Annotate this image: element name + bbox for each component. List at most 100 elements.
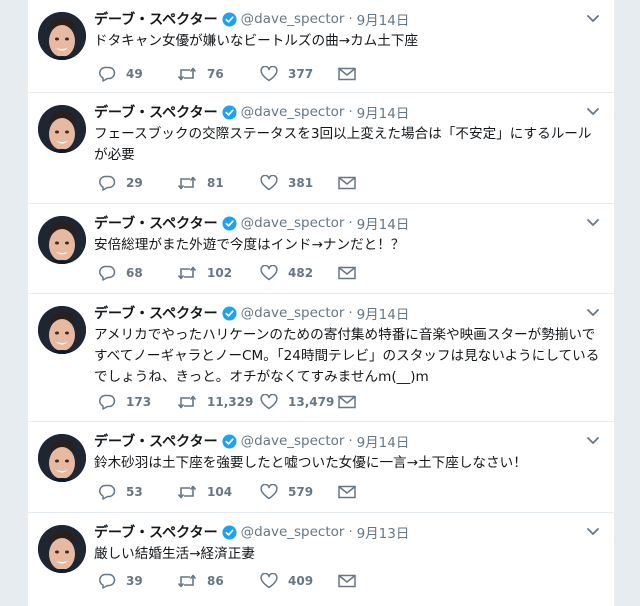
retweet-button[interactable]: 102 bbox=[177, 265, 260, 281]
tweet-date[interactable]: 9月14日 bbox=[357, 102, 410, 122]
separator-dot: · bbox=[348, 305, 353, 321]
retweet-button[interactable]: 86 bbox=[177, 573, 260, 589]
reply-button[interactable]: 53 bbox=[98, 484, 177, 500]
chevron-down-icon[interactable] bbox=[586, 105, 600, 119]
author-handle[interactable]: @dave_spector bbox=[241, 305, 345, 321]
avatar[interactable] bbox=[38, 216, 86, 264]
direct-message-button[interactable] bbox=[338, 395, 356, 409]
separator-dot: · bbox=[348, 524, 353, 540]
author-name[interactable]: デーブ・スペクター bbox=[94, 522, 218, 542]
tweet-text: 厳しい結婚生活→経済正妻 bbox=[94, 546, 255, 562]
reply-button[interactable]: 29 bbox=[98, 175, 177, 191]
reply-count: 49 bbox=[126, 67, 143, 81]
retweet-button[interactable]: 11,329 bbox=[177, 394, 260, 410]
chevron-down-icon[interactable] bbox=[586, 525, 600, 539]
direct-message-button[interactable] bbox=[338, 266, 356, 280]
tweet-actions: 39 86 409 bbox=[98, 571, 356, 591]
chevron-down-icon[interactable] bbox=[586, 12, 600, 26]
tweet-header: デーブ・スペクター @dave_spector · 9月13日 bbox=[94, 521, 409, 543]
verified-badge-icon bbox=[222, 433, 237, 449]
heart-icon bbox=[260, 394, 278, 410]
chevron-down-icon[interactable] bbox=[586, 434, 600, 448]
direct-message-button[interactable] bbox=[338, 67, 356, 81]
avatar[interactable] bbox=[38, 306, 86, 354]
tweet[interactable]: デーブ・スペクター @dave_spector · 9月14日 ドタキャン女優が… bbox=[28, 0, 614, 93]
tweet[interactable]: デーブ・スペクター @dave_spector · 9月14日 フェースブックの… bbox=[28, 93, 614, 204]
tweet[interactable]: デーブ・スペクター @dave_spector · 9月14日 安倍総理がまた外… bbox=[28, 204, 614, 294]
verified-badge-icon bbox=[222, 11, 237, 27]
retweet-button[interactable]: 104 bbox=[177, 484, 260, 500]
author-handle[interactable]: @dave_spector bbox=[241, 524, 345, 540]
heart-icon bbox=[260, 484, 278, 500]
like-count: 409 bbox=[288, 574, 314, 588]
like-button[interactable]: 13,479 bbox=[260, 394, 338, 410]
author-name[interactable]: デーブ・スペクター bbox=[94, 9, 218, 29]
avatar[interactable] bbox=[38, 434, 86, 482]
reply-button[interactable]: 68 bbox=[98, 265, 177, 281]
reply-button[interactable]: 39 bbox=[98, 573, 177, 589]
retweet-icon bbox=[177, 265, 197, 281]
verified-badge-icon bbox=[222, 524, 237, 540]
heart-icon bbox=[260, 573, 278, 589]
author-name[interactable]: デーブ・スペクター bbox=[94, 303, 218, 323]
author-handle[interactable]: @dave_spector bbox=[241, 104, 345, 120]
heart-icon bbox=[260, 66, 278, 82]
direct-message-button[interactable] bbox=[338, 574, 356, 588]
tweet-date[interactable]: 9月13日 bbox=[357, 522, 410, 542]
like-button[interactable]: 579 bbox=[260, 484, 338, 500]
avatar[interactable] bbox=[38, 105, 86, 153]
reply-button[interactable]: 49 bbox=[98, 66, 177, 82]
tweet-actions: 68 102 482 bbox=[98, 263, 356, 283]
retweet-count: 76 bbox=[207, 67, 224, 81]
reply-count: 173 bbox=[126, 395, 152, 409]
like-button[interactable]: 377 bbox=[260, 66, 338, 82]
tweet-header: デーブ・スペクター @dave_spector · 9月14日 bbox=[94, 101, 409, 123]
like-button[interactable]: 409 bbox=[260, 573, 338, 589]
author-handle[interactable]: @dave_spector bbox=[241, 11, 345, 27]
envelope-icon bbox=[338, 485, 356, 499]
tweet[interactable]: デーブ・スペクター @dave_spector · 9月13日 厳しい結婚生活→… bbox=[28, 513, 614, 606]
chevron-down-icon[interactable] bbox=[586, 306, 600, 320]
tweet-date[interactable]: 9月14日 bbox=[357, 303, 410, 323]
direct-message-button[interactable] bbox=[338, 176, 356, 190]
reply-icon bbox=[98, 573, 116, 589]
author-handle[interactable]: @dave_spector bbox=[241, 215, 345, 231]
like-count: 13,479 bbox=[288, 395, 335, 409]
verified-badge-icon bbox=[222, 305, 237, 321]
tweet[interactable]: デーブ・スペクター @dave_spector · 9月14日 アメリカでやった… bbox=[28, 294, 614, 422]
reply-count: 29 bbox=[126, 176, 143, 190]
envelope-icon bbox=[338, 266, 356, 280]
chevron-down-icon[interactable] bbox=[586, 216, 600, 230]
tweet-date[interactable]: 9月14日 bbox=[357, 431, 410, 451]
tweet-header: デーブ・スペクター @dave_spector · 9月14日 bbox=[94, 8, 409, 30]
reply-count: 68 bbox=[126, 266, 143, 280]
tweet-header: デーブ・スペクター @dave_spector · 9月14日 bbox=[94, 212, 409, 234]
tweet-text: 安倍総理がまた外遊で今度はインド→ナンだと！？ bbox=[94, 237, 405, 253]
author-name[interactable]: デーブ・スペクター bbox=[94, 431, 218, 451]
reply-button[interactable]: 173 bbox=[98, 394, 177, 410]
avatar[interactable] bbox=[38, 525, 86, 573]
heart-icon bbox=[260, 265, 278, 281]
like-button[interactable]: 482 bbox=[260, 265, 338, 281]
avatar[interactable] bbox=[38, 12, 86, 60]
author-name[interactable]: デーブ・スペクター bbox=[94, 213, 218, 233]
like-count: 381 bbox=[288, 176, 314, 190]
tweet-date[interactable]: 9月14日 bbox=[357, 9, 410, 29]
tweet-text: 鈴木砂羽は土下座を強要したと嘘ついた女優に一言→土下座しなさい！ bbox=[94, 455, 527, 471]
direct-message-button[interactable] bbox=[338, 485, 356, 499]
verified-badge-icon bbox=[222, 215, 237, 231]
author-name[interactable]: デーブ・スペクター bbox=[94, 102, 218, 122]
tweet[interactable]: デーブ・スペクター @dave_spector · 9月14日 鈴木砂羽は土下座… bbox=[28, 422, 614, 513]
retweet-icon bbox=[177, 394, 197, 410]
retweet-button[interactable]: 76 bbox=[177, 66, 260, 82]
separator-dot: · bbox=[348, 215, 353, 231]
envelope-icon bbox=[338, 395, 356, 409]
separator-dot: · bbox=[348, 433, 353, 449]
tweet-actions: 53 104 579 bbox=[98, 482, 356, 502]
author-handle[interactable]: @dave_spector bbox=[241, 433, 345, 449]
reply-icon bbox=[98, 66, 116, 82]
retweet-button[interactable]: 81 bbox=[177, 175, 260, 191]
like-button[interactable]: 381 bbox=[260, 175, 338, 191]
retweet-count: 81 bbox=[207, 176, 224, 190]
tweet-date[interactable]: 9月14日 bbox=[357, 213, 410, 233]
